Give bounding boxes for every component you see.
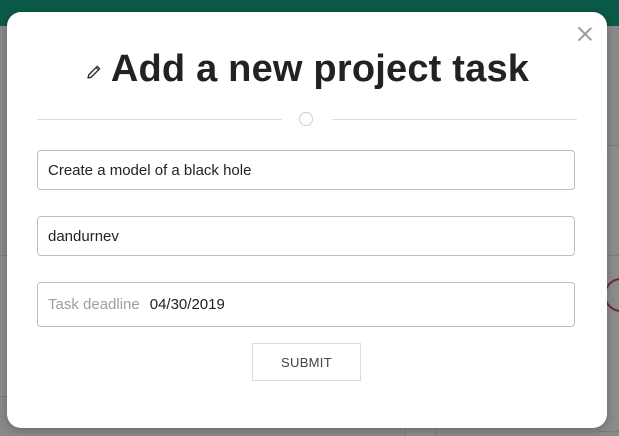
task-name-value: Create a model of a black hole [48,161,252,179]
task-name-input[interactable]: Create a model of a black hole [37,150,575,190]
pencil-icon [87,65,101,79]
modal-header: Add a new project task [7,46,607,92]
divider-line [332,119,577,120]
task-deadline-input[interactable]: Task deadline 04/30/2019 [37,282,575,327]
divider-line [37,119,282,120]
add-task-modal: Add a new project task Create a model of… [7,12,607,428]
divider-circle-icon [299,112,313,126]
close-icon[interactable] [577,26,593,42]
task-deadline-value: 04/30/2019 [149,296,225,313]
assignee-value: dandurnev [48,227,119,245]
modal-title: Add a new project task [110,47,530,90]
task-deadline-label: Task deadline [48,296,140,313]
assignee-input[interactable]: dandurnev [37,216,575,256]
submit-button[interactable]: SUBMIT [252,343,361,381]
